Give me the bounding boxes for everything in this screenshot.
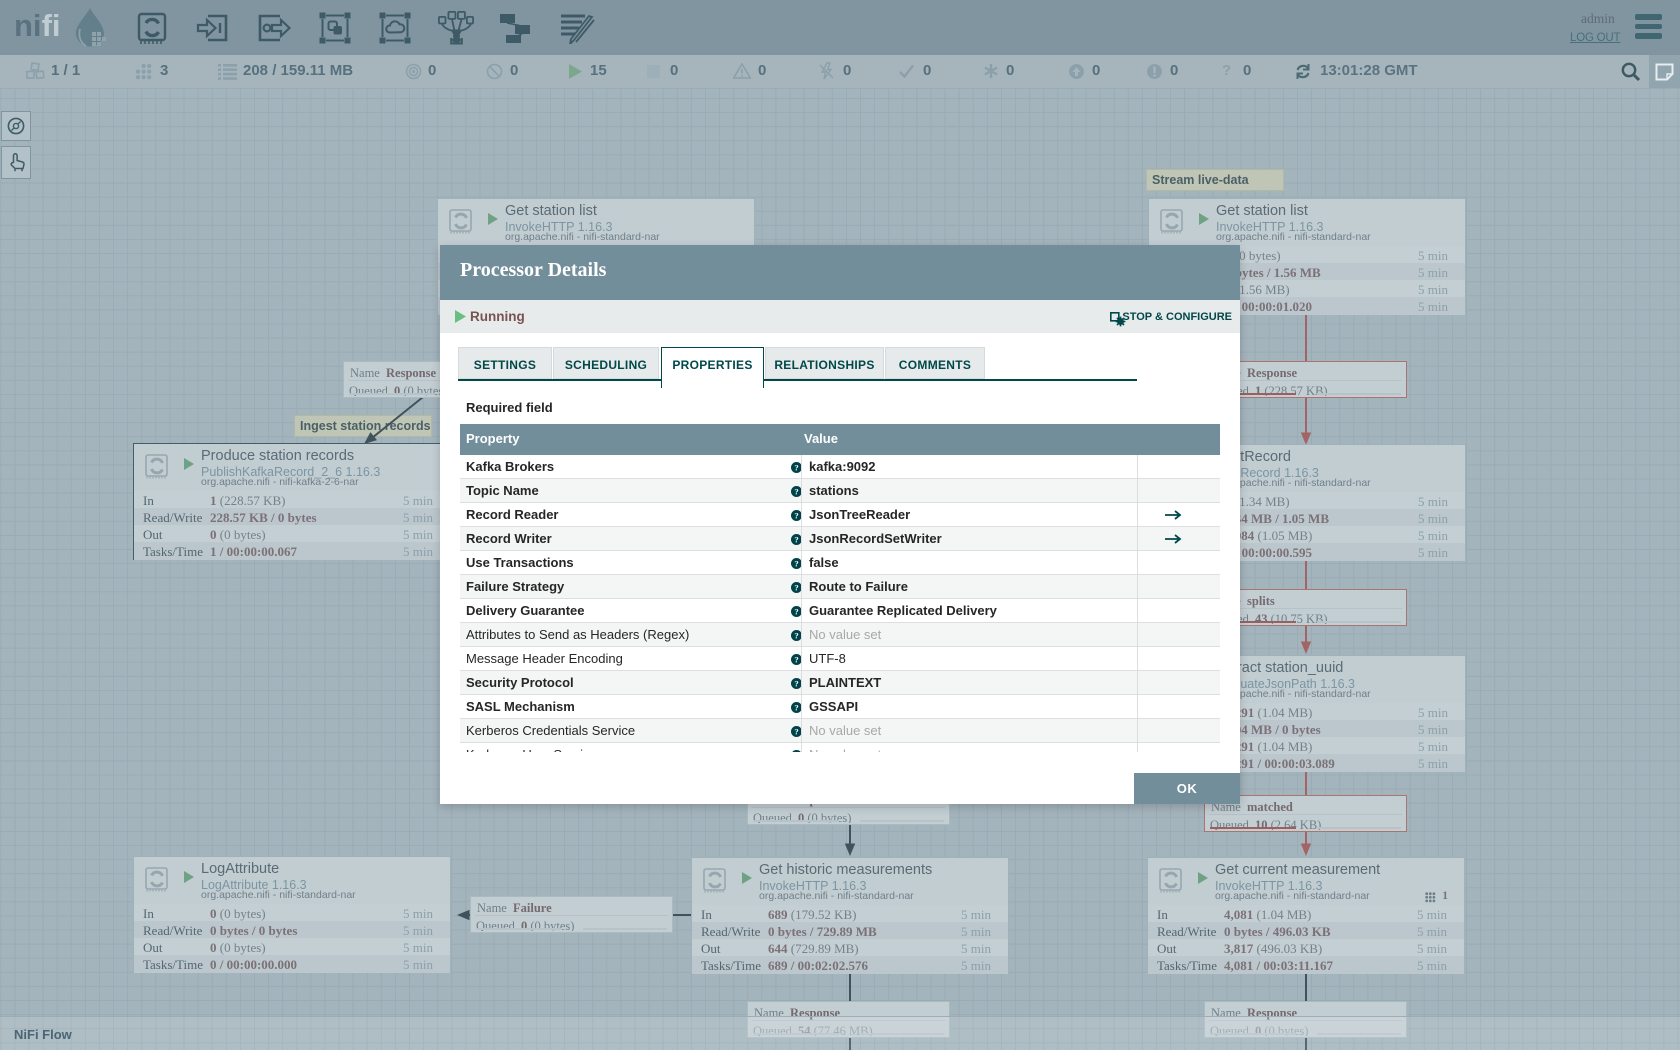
svg-text:?: ? xyxy=(794,654,798,664)
svg-text:?: ? xyxy=(794,750,798,752)
svg-text:?: ? xyxy=(794,486,798,496)
svg-text:?: ? xyxy=(794,630,798,640)
svg-text:?: ? xyxy=(794,558,798,568)
svg-text:?: ? xyxy=(794,534,798,544)
svg-text:?: ? xyxy=(794,462,798,472)
svg-text:?: ? xyxy=(794,726,798,736)
svg-text:?: ? xyxy=(794,510,798,520)
svg-text:?: ? xyxy=(794,702,798,712)
svg-text:?: ? xyxy=(794,582,798,592)
svg-text:?: ? xyxy=(794,606,798,616)
svg-text:?: ? xyxy=(794,678,798,688)
